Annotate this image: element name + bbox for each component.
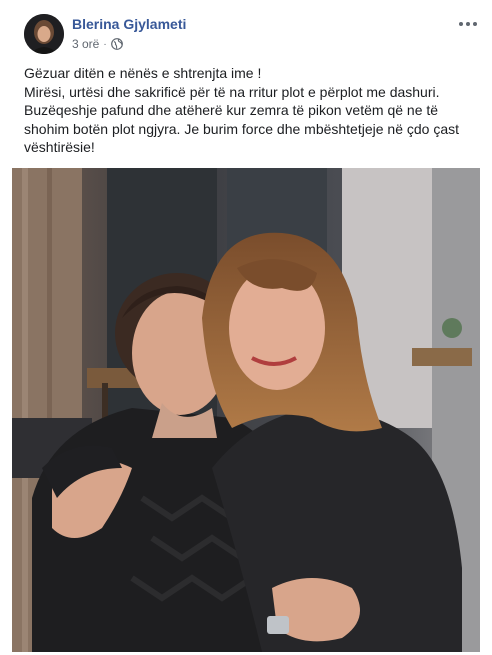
post-photo[interactable]	[12, 168, 480, 652]
post-timestamp[interactable]: 3 orë	[72, 37, 99, 51]
more-dot	[459, 22, 463, 26]
post-text-line: Buzëqeshje pafund dhe atëherë kur zemra …	[24, 102, 439, 118]
more-dot	[466, 22, 470, 26]
post-text-line: Mirësi, urtësi dhe sakrificë për të na r…	[24, 83, 440, 100]
post-text-line: Gëzuar ditën e nënës e shtrenjta ime !	[24, 65, 262, 81]
more-dot	[473, 22, 477, 26]
author-name[interactable]: Blerina Gjylameti	[72, 16, 186, 32]
post-meta: 3 orë ·	[72, 36, 123, 52]
facebook-post-card: Blerina Gjylameti 3 orë · Gëzuar ditën e…	[0, 0, 492, 655]
post-text-line: shohim botën plot ngjyra. Je burim force…	[24, 120, 460, 137]
post-header: Blerina Gjylameti 3 orë ·	[24, 14, 480, 58]
author-avatar[interactable]	[24, 14, 64, 54]
meta-separator: ·	[103, 38, 107, 50]
globe-icon[interactable]	[110, 38, 123, 50]
more-options-icon[interactable]	[456, 14, 480, 34]
post-text-line: vështirësie!	[24, 139, 95, 155]
post-text: Gëzuar ditën e nënës e shtrenjta ime ! M…	[24, 64, 474, 157]
